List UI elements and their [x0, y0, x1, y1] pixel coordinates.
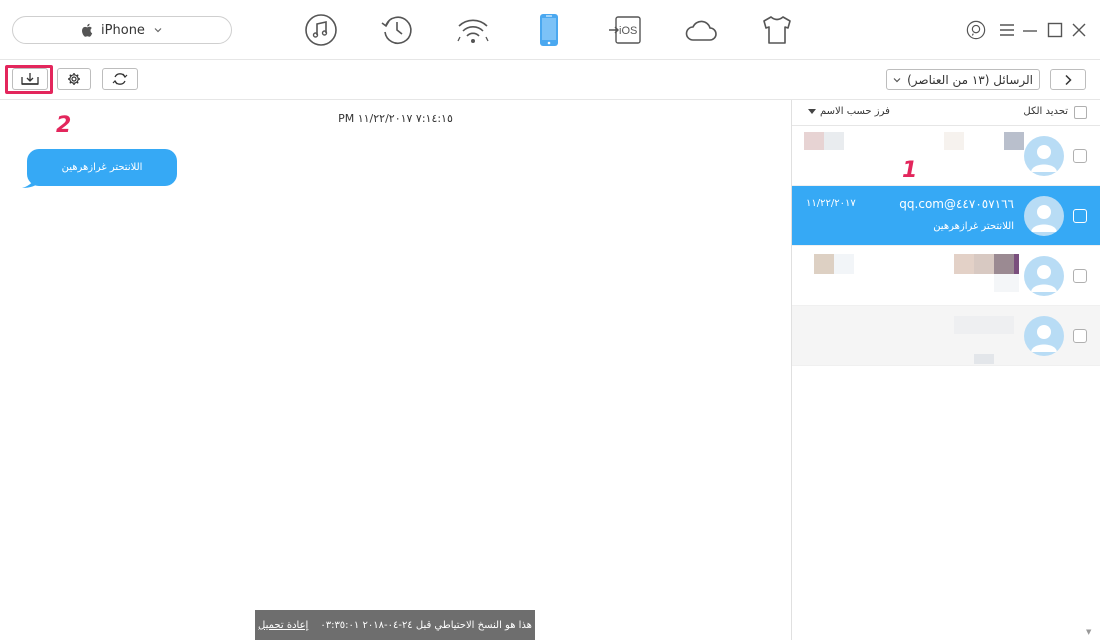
- scroll-down-arrow[interactable]: ▼: [1086, 628, 1091, 636]
- caret-down-icon: [808, 108, 816, 114]
- close-button[interactable]: [1069, 19, 1089, 41]
- nav-device[interactable]: [531, 12, 567, 48]
- message-timestamp: PM ٧:١٤:١٥ ١١/٢٢/٢٠١٧: [338, 112, 453, 125]
- backup-notice-text: هذا هو النسخ الاحتياطي قبل ٢٤-٠٤-٢٠١٨ ٠٣…: [320, 619, 532, 631]
- music-icon: [305, 14, 337, 46]
- feedback-button[interactable]: [966, 19, 986, 41]
- folder-label: الرسائل (١٣ من العناصر): [907, 72, 1033, 87]
- nav-cloud[interactable]: [683, 12, 719, 48]
- tshirt-icon: [763, 16, 791, 44]
- wifi-icon: [457, 19, 489, 43]
- item-checkbox[interactable]: [1073, 329, 1087, 343]
- nav-wifi[interactable]: [455, 12, 491, 48]
- reload-link[interactable]: إعادة تحميل: [258, 620, 308, 631]
- toolbar: الرسائل (١٣ من العناصر): [0, 60, 1100, 100]
- message-text: اللانتحتر غرازهرهين: [61, 162, 143, 173]
- iphone-icon: [540, 14, 558, 46]
- backup-notice: هذا هو النسخ الاحتياطي قبل ٢٤-٠٤-٢٠١٨ ٠٣…: [255, 610, 535, 640]
- item-date: ١١/٢٢/٢٠١٧: [806, 198, 856, 209]
- chevron-right-icon: [1065, 74, 1072, 85]
- avatar: [1024, 316, 1064, 356]
- chat-icon: [966, 20, 986, 40]
- person-icon: [1031, 145, 1057, 172]
- nav-toolbox[interactable]: [759, 12, 795, 48]
- select-all-checkbox[interactable]: [1074, 106, 1087, 119]
- person-icon: [1031, 325, 1057, 352]
- apple-icon: [82, 23, 93, 37]
- list-header: تحديد الكل فرز حسب الاسم: [792, 100, 1100, 126]
- avatar: [1024, 256, 1064, 296]
- device-name: iPhone: [101, 22, 145, 38]
- select-all-label: تحديد الكل: [1023, 106, 1068, 117]
- minimize-button[interactable]: [1020, 19, 1040, 41]
- settings-button[interactable]: [57, 68, 91, 90]
- ios-label: iOS: [619, 25, 637, 37]
- nav-history[interactable]: [379, 12, 415, 48]
- menu-button[interactable]: [997, 19, 1017, 41]
- item-preview: اللانتحتر غرازهرهين: [933, 221, 1014, 232]
- item-checkbox[interactable]: [1073, 269, 1087, 283]
- list-item[interactable]: [792, 246, 1100, 306]
- ios-transfer-icon: iOS: [609, 16, 641, 44]
- avatar: [1024, 196, 1064, 236]
- nav-music[interactable]: [303, 12, 339, 48]
- minimize-icon: [1023, 30, 1037, 32]
- annotation-highlight-box: [5, 65, 53, 94]
- top-bar: iPhone iOS: [0, 0, 1100, 60]
- history-icon: [381, 16, 412, 45]
- list-item-selected[interactable]: qq.com@٤٤٧٠٥٧١٦٦ ١١/٢٢/٢٠١٧ اللانتحتر غر…: [792, 186, 1100, 246]
- back-button[interactable]: [1050, 69, 1086, 90]
- close-icon: [1072, 23, 1086, 37]
- avatar: [1024, 136, 1064, 176]
- nav-ios-transfer[interactable]: iOS: [607, 12, 643, 48]
- folder-dropdown[interactable]: الرسائل (١٣ من العناصر): [886, 69, 1040, 90]
- item-contact: qq.com@٤٤٧٠٥٧١٦٦: [899, 197, 1014, 211]
- maximize-icon: [1047, 22, 1063, 38]
- chevron-down-icon: [893, 77, 901, 82]
- sort-label: فرز حسب الاسم: [820, 106, 890, 117]
- device-selector[interactable]: iPhone: [12, 16, 232, 44]
- cloud-icon: [685, 20, 717, 41]
- list-item[interactable]: [792, 306, 1100, 366]
- person-icon: [1031, 265, 1057, 292]
- item-checkbox[interactable]: [1073, 209, 1087, 223]
- menu-icon: [1000, 24, 1014, 36]
- maximize-button[interactable]: [1045, 19, 1065, 41]
- message-bubble: اللانتحتر غرازهرهين: [27, 149, 177, 186]
- chevron-down-icon: [154, 28, 162, 33]
- list-item[interactable]: [792, 126, 1100, 186]
- refresh-button[interactable]: [102, 68, 138, 90]
- gear-icon: [68, 73, 80, 85]
- refresh-icon: [112, 73, 128, 85]
- person-icon: [1031, 205, 1057, 232]
- sort-dropdown[interactable]: فرز حسب الاسم: [808, 106, 890, 117]
- item-checkbox[interactable]: [1073, 149, 1087, 163]
